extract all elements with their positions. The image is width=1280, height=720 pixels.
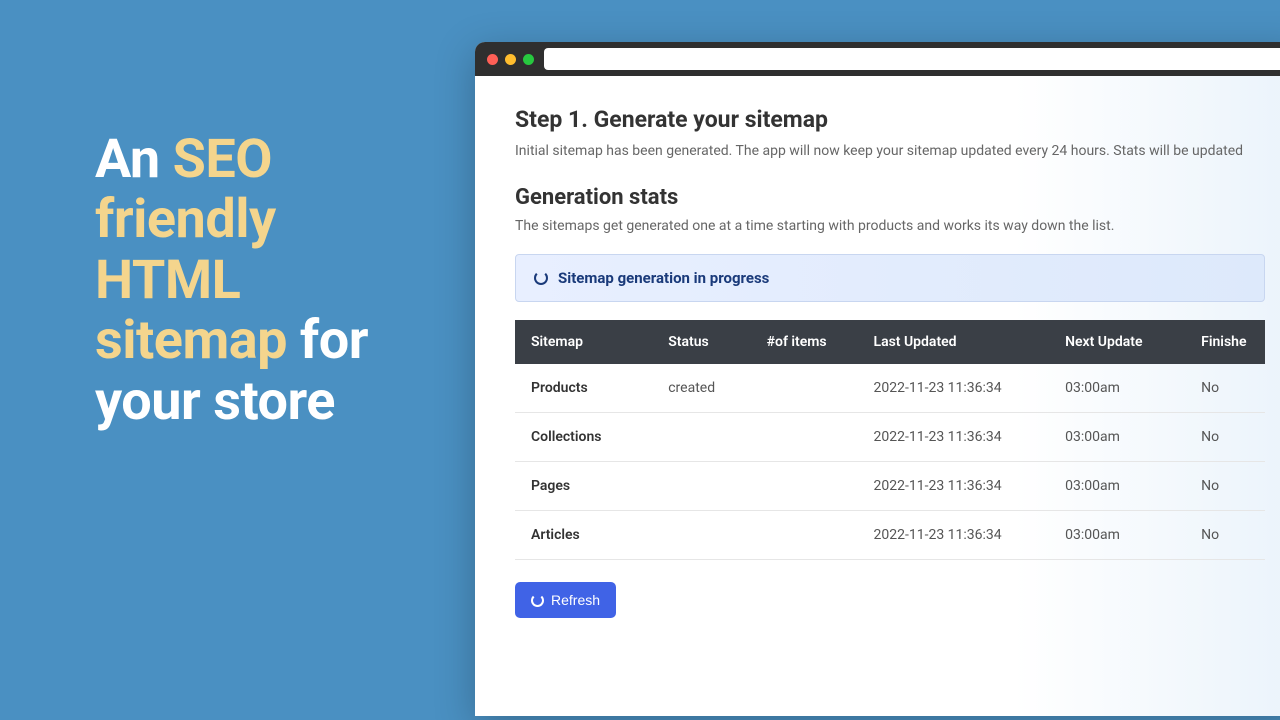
headline-accent-2: HTML sitemap bbox=[95, 249, 287, 372]
cell-last: 2022-11-23 11:36:34 bbox=[858, 364, 1050, 413]
col-header-status: Status bbox=[652, 320, 750, 364]
table-row: Articles 2022-11-23 11:36:34 03:00am No bbox=[515, 511, 1265, 560]
col-header-sitemap: Sitemap bbox=[515, 320, 652, 364]
table-row: Pages 2022-11-23 11:36:34 03:00am No bbox=[515, 462, 1265, 511]
cell-sitemap: Pages bbox=[515, 462, 652, 511]
stats-description: The sitemaps get generated one at a time… bbox=[515, 218, 1265, 234]
table-row: Collections 2022-11-23 11:36:34 03:00am … bbox=[515, 413, 1265, 462]
cell-sitemap: Collections bbox=[515, 413, 652, 462]
cell-last: 2022-11-23 11:36:34 bbox=[858, 462, 1050, 511]
cell-last: 2022-11-23 11:36:34 bbox=[858, 413, 1050, 462]
app-page: Step 1. Generate your sitemap Initial si… bbox=[475, 76, 1280, 716]
browser-titlebar bbox=[475, 42, 1280, 76]
step-description: Initial sitemap has been generated. The … bbox=[515, 143, 1265, 159]
cell-finished: No bbox=[1185, 462, 1265, 511]
col-header-items: #of items bbox=[751, 320, 858, 364]
minimize-icon[interactable] bbox=[505, 54, 516, 65]
table-row: Products created 2022-11-23 11:36:34 03:… bbox=[515, 364, 1265, 413]
table-body: Products created 2022-11-23 11:36:34 03:… bbox=[515, 364, 1265, 560]
cell-status: created bbox=[652, 364, 750, 413]
marketing-headline: An SEO friendly HTML sitemap for your st… bbox=[95, 130, 425, 432]
headline-part-1: An bbox=[95, 128, 173, 191]
sitemap-table: Sitemap Status #of items Last Updated Ne… bbox=[515, 320, 1265, 560]
cell-items bbox=[751, 364, 858, 413]
cell-finished: No bbox=[1185, 511, 1265, 560]
cell-next: 03:00am bbox=[1049, 413, 1185, 462]
refresh-icon bbox=[531, 594, 544, 607]
cell-items bbox=[751, 413, 858, 462]
progress-text: Sitemap generation in progress bbox=[558, 269, 769, 287]
close-icon[interactable] bbox=[487, 54, 498, 65]
refresh-label: Refresh bbox=[551, 592, 600, 608]
col-header-last: Last Updated bbox=[858, 320, 1050, 364]
cell-finished: No bbox=[1185, 364, 1265, 413]
table-header-row: Sitemap Status #of items Last Updated Ne… bbox=[515, 320, 1265, 364]
browser-window: Step 1. Generate your sitemap Initial si… bbox=[475, 42, 1280, 716]
cell-next: 03:00am bbox=[1049, 511, 1185, 560]
progress-banner: Sitemap generation in progress bbox=[515, 254, 1265, 302]
col-header-next: Next Update bbox=[1049, 320, 1185, 364]
cell-sitemap: Products bbox=[515, 364, 652, 413]
refresh-button[interactable]: Refresh bbox=[515, 582, 616, 618]
cell-next: 03:00am bbox=[1049, 462, 1185, 511]
cell-items bbox=[751, 462, 858, 511]
cell-status bbox=[652, 413, 750, 462]
maximize-icon[interactable] bbox=[523, 54, 534, 65]
cell-last: 2022-11-23 11:36:34 bbox=[858, 511, 1050, 560]
cell-items bbox=[751, 511, 858, 560]
url-bar[interactable] bbox=[544, 48, 1280, 70]
step-title: Step 1. Generate your sitemap bbox=[515, 106, 1265, 133]
col-header-finished: Finishe bbox=[1185, 320, 1265, 364]
cell-status bbox=[652, 511, 750, 560]
cell-finished: No bbox=[1185, 413, 1265, 462]
stats-title: Generation stats bbox=[515, 185, 1265, 210]
cell-next: 03:00am bbox=[1049, 364, 1185, 413]
cell-status bbox=[652, 462, 750, 511]
spinner-icon bbox=[534, 271, 548, 285]
cell-sitemap: Articles bbox=[515, 511, 652, 560]
window-controls bbox=[487, 54, 534, 65]
